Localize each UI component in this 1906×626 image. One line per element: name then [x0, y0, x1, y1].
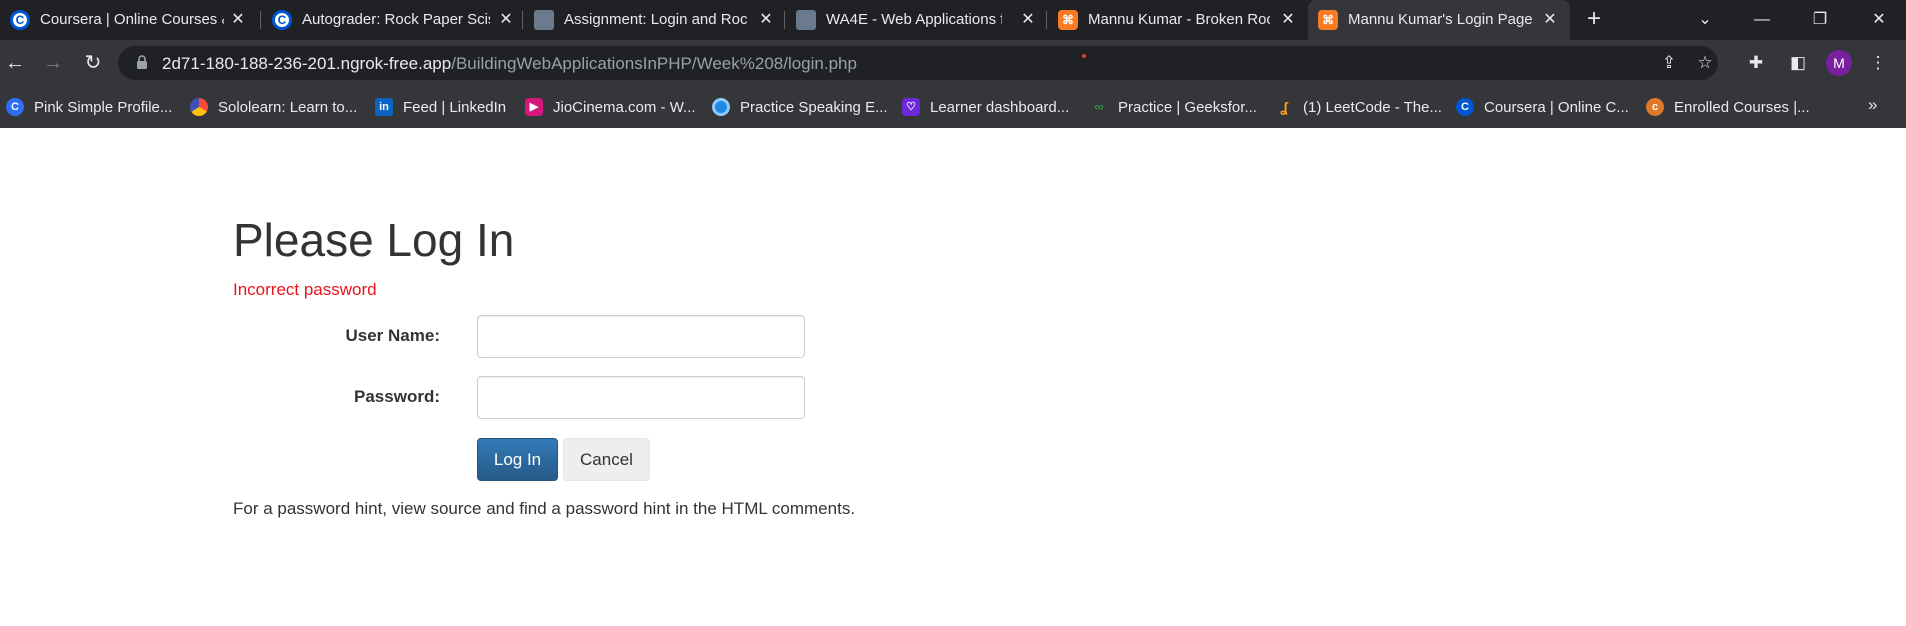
url-path: /BuildingWebApplicationsInPHP/Week%208/l…	[451, 54, 857, 73]
side-panel-icon[interactable]: ◧	[1786, 51, 1810, 75]
bookmark-label: Sololearn: Learn to...	[218, 98, 358, 116]
browser-toolbar: ← → ↻ 2d71-180-188-236-201.ngrok-free.ap…	[0, 40, 1906, 86]
page-title: Please Log In	[233, 214, 515, 266]
error-message: Incorrect password	[233, 280, 377, 299]
close-icon[interactable]: ✕	[1540, 10, 1560, 30]
bookmark-label: Coursera | Online C...	[1484, 98, 1629, 116]
back-icon[interactable]: ←	[2, 50, 28, 76]
tab-divider	[1046, 11, 1047, 29]
tab-broken-rps[interactable]: ⌘ Mannu Kumar - Broken Rock Paper Scisso…	[1048, 0, 1308, 40]
bookmark-item[interactable]: C Coursera | Online C...	[1456, 95, 1629, 119]
coursera-icon: C	[10, 10, 30, 30]
jiocinema-icon: ▶	[525, 98, 543, 116]
tab-search-icon[interactable]: ⌄	[1693, 8, 1717, 32]
tab-wa4e[interactable]: WA4E - Web Applications for Everybody ✕	[786, 0, 1046, 40]
minimize-icon[interactable]: —	[1750, 8, 1774, 32]
bookmark-label: JioCinema.com - W...	[553, 98, 696, 116]
xampp-icon: ⌘	[1318, 10, 1338, 30]
geeksforgeeks-icon: ∞	[1094, 99, 1104, 114]
thumbnail-icon	[796, 10, 816, 30]
login-button[interactable]: Log In	[477, 438, 558, 481]
tab-title: Autograder: Rock Paper Scissors	[302, 11, 490, 28]
bookmark-label: (1) LeetCode - The...	[1303, 98, 1442, 116]
close-icon[interactable]: ✕	[228, 10, 248, 30]
share-icon[interactable]: ⇪	[1658, 52, 1680, 74]
password-label: Password:	[354, 387, 440, 406]
tab-strip: C Coursera | Online Courses & Credential…	[0, 0, 1906, 40]
bookmark-item[interactable]: ▶ JioCinema.com - W...	[525, 95, 696, 119]
username-field[interactable]	[477, 315, 805, 358]
new-tab-icon[interactable]: +	[1582, 7, 1606, 32]
bookmark-item[interactable]: Practice Speaking E...	[712, 95, 888, 119]
tab-login-page[interactable]: ⌘ Mannu Kumar's Login Page ✕	[1308, 0, 1570, 40]
username-label: User Name:	[345, 326, 441, 345]
close-icon[interactable]: ✕	[496, 10, 516, 30]
codechef-icon: c	[1646, 98, 1664, 116]
close-icon[interactable]: ✕	[1018, 10, 1038, 30]
url-text[interactable]: 2d71-180-188-236-201.ngrok-free.app/Buil…	[162, 54, 857, 74]
password-hint-text: For a password hint, view source and fin…	[233, 499, 856, 518]
bookmark-item[interactable]: c Enrolled Courses |...	[1646, 95, 1810, 119]
recording-dot	[1082, 54, 1086, 58]
xampp-icon: ⌘	[1058, 10, 1078, 30]
coursera-icon: C	[272, 10, 292, 30]
tab-assignment[interactable]: Assignment: Login and Rock Paper Scissor…	[524, 0, 784, 40]
menu-icon[interactable]: ⋮	[1866, 51, 1890, 75]
sololearn-icon	[190, 98, 208, 116]
star-icon[interactable]: ☆	[1694, 52, 1716, 74]
page-content: Please Log In Incorrect password User Na…	[0, 128, 1906, 626]
avatar[interactable]: M	[1826, 50, 1852, 76]
extensions-icon[interactable]: ✚	[1744, 51, 1768, 75]
cancel-button[interactable]: Cancel	[563, 438, 650, 481]
bookmark-label: Enrolled Courses |...	[1674, 98, 1810, 116]
tab-title: Mannu Kumar's Login Page	[1348, 11, 1533, 28]
tab-title: Mannu Kumar - Broken Rock Paper Scissors	[1088, 11, 1270, 28]
practice-speaking-icon	[712, 98, 730, 116]
tab-divider	[784, 11, 785, 29]
bookmark-item[interactable]: ♡ Learner dashboard...	[902, 95, 1069, 119]
shield-icon: ♡	[902, 98, 920, 116]
tab-divider	[260, 11, 261, 29]
bookmark-item[interactable]: ʆ (1) LeetCode - The...	[1275, 95, 1442, 119]
password-field[interactable]	[477, 376, 805, 419]
bookmark-item[interactable]: Sololearn: Learn to...	[190, 95, 357, 119]
bookmarks-overflow-icon[interactable]: »	[1868, 95, 1877, 115]
lock-icon[interactable]	[136, 55, 148, 70]
bookmark-label: Learner dashboard...	[930, 98, 1070, 116]
bookmark-item[interactable]: C Pink Simple Profile...	[6, 95, 172, 119]
bookmarks-bar: C Pink Simple Profile... Sololearn: Lear…	[0, 86, 1906, 128]
leetcode-icon: ʆ	[1280, 99, 1288, 115]
tab-divider	[522, 11, 523, 29]
bookmark-label: Feed | LinkedIn	[403, 98, 507, 116]
tab-title: Assignment: Login and Rock Paper Scissor…	[564, 11, 748, 28]
forward-icon[interactable]: →	[40, 50, 66, 76]
coursera-icon: C	[1456, 98, 1474, 116]
tab-title: WA4E - Web Applications for Everybody	[826, 11, 1002, 28]
bookmark-label: Practice Speaking E...	[740, 98, 888, 116]
bookmark-item[interactable]: in Feed | LinkedIn	[375, 95, 506, 119]
tab-coursera[interactable]: C Coursera | Online Courses & Credential…	[0, 0, 256, 40]
address-bar[interactable]: 2d71-180-188-236-201.ngrok-free.app/Buil…	[118, 46, 1718, 80]
close-icon[interactable]: ✕	[756, 10, 776, 30]
bookmark-label: Practice | Geeksfor...	[1118, 98, 1257, 116]
thumbnail-icon	[534, 10, 554, 30]
url-host: 2d71-180-188-236-201.ngrok-free.app	[162, 54, 452, 73]
bookmark-item[interactable]: ∞ Practice | Geeksfor...	[1090, 95, 1257, 119]
tab-autograder[interactable]: C Autograder: Rock Paper Scissors ✕	[262, 0, 522, 40]
bookmark-label: Pink Simple Profile...	[34, 98, 173, 116]
window-close-icon[interactable]: ✕	[1867, 8, 1891, 32]
canva-icon: C	[6, 98, 24, 116]
tab-title: Coursera | Online Courses & Credentials	[40, 11, 224, 28]
linkedin-icon: in	[375, 98, 393, 116]
restore-icon[interactable]: ❐	[1808, 8, 1832, 32]
close-icon[interactable]: ✕	[1278, 10, 1298, 30]
reload-icon[interactable]: ↻	[80, 50, 106, 76]
